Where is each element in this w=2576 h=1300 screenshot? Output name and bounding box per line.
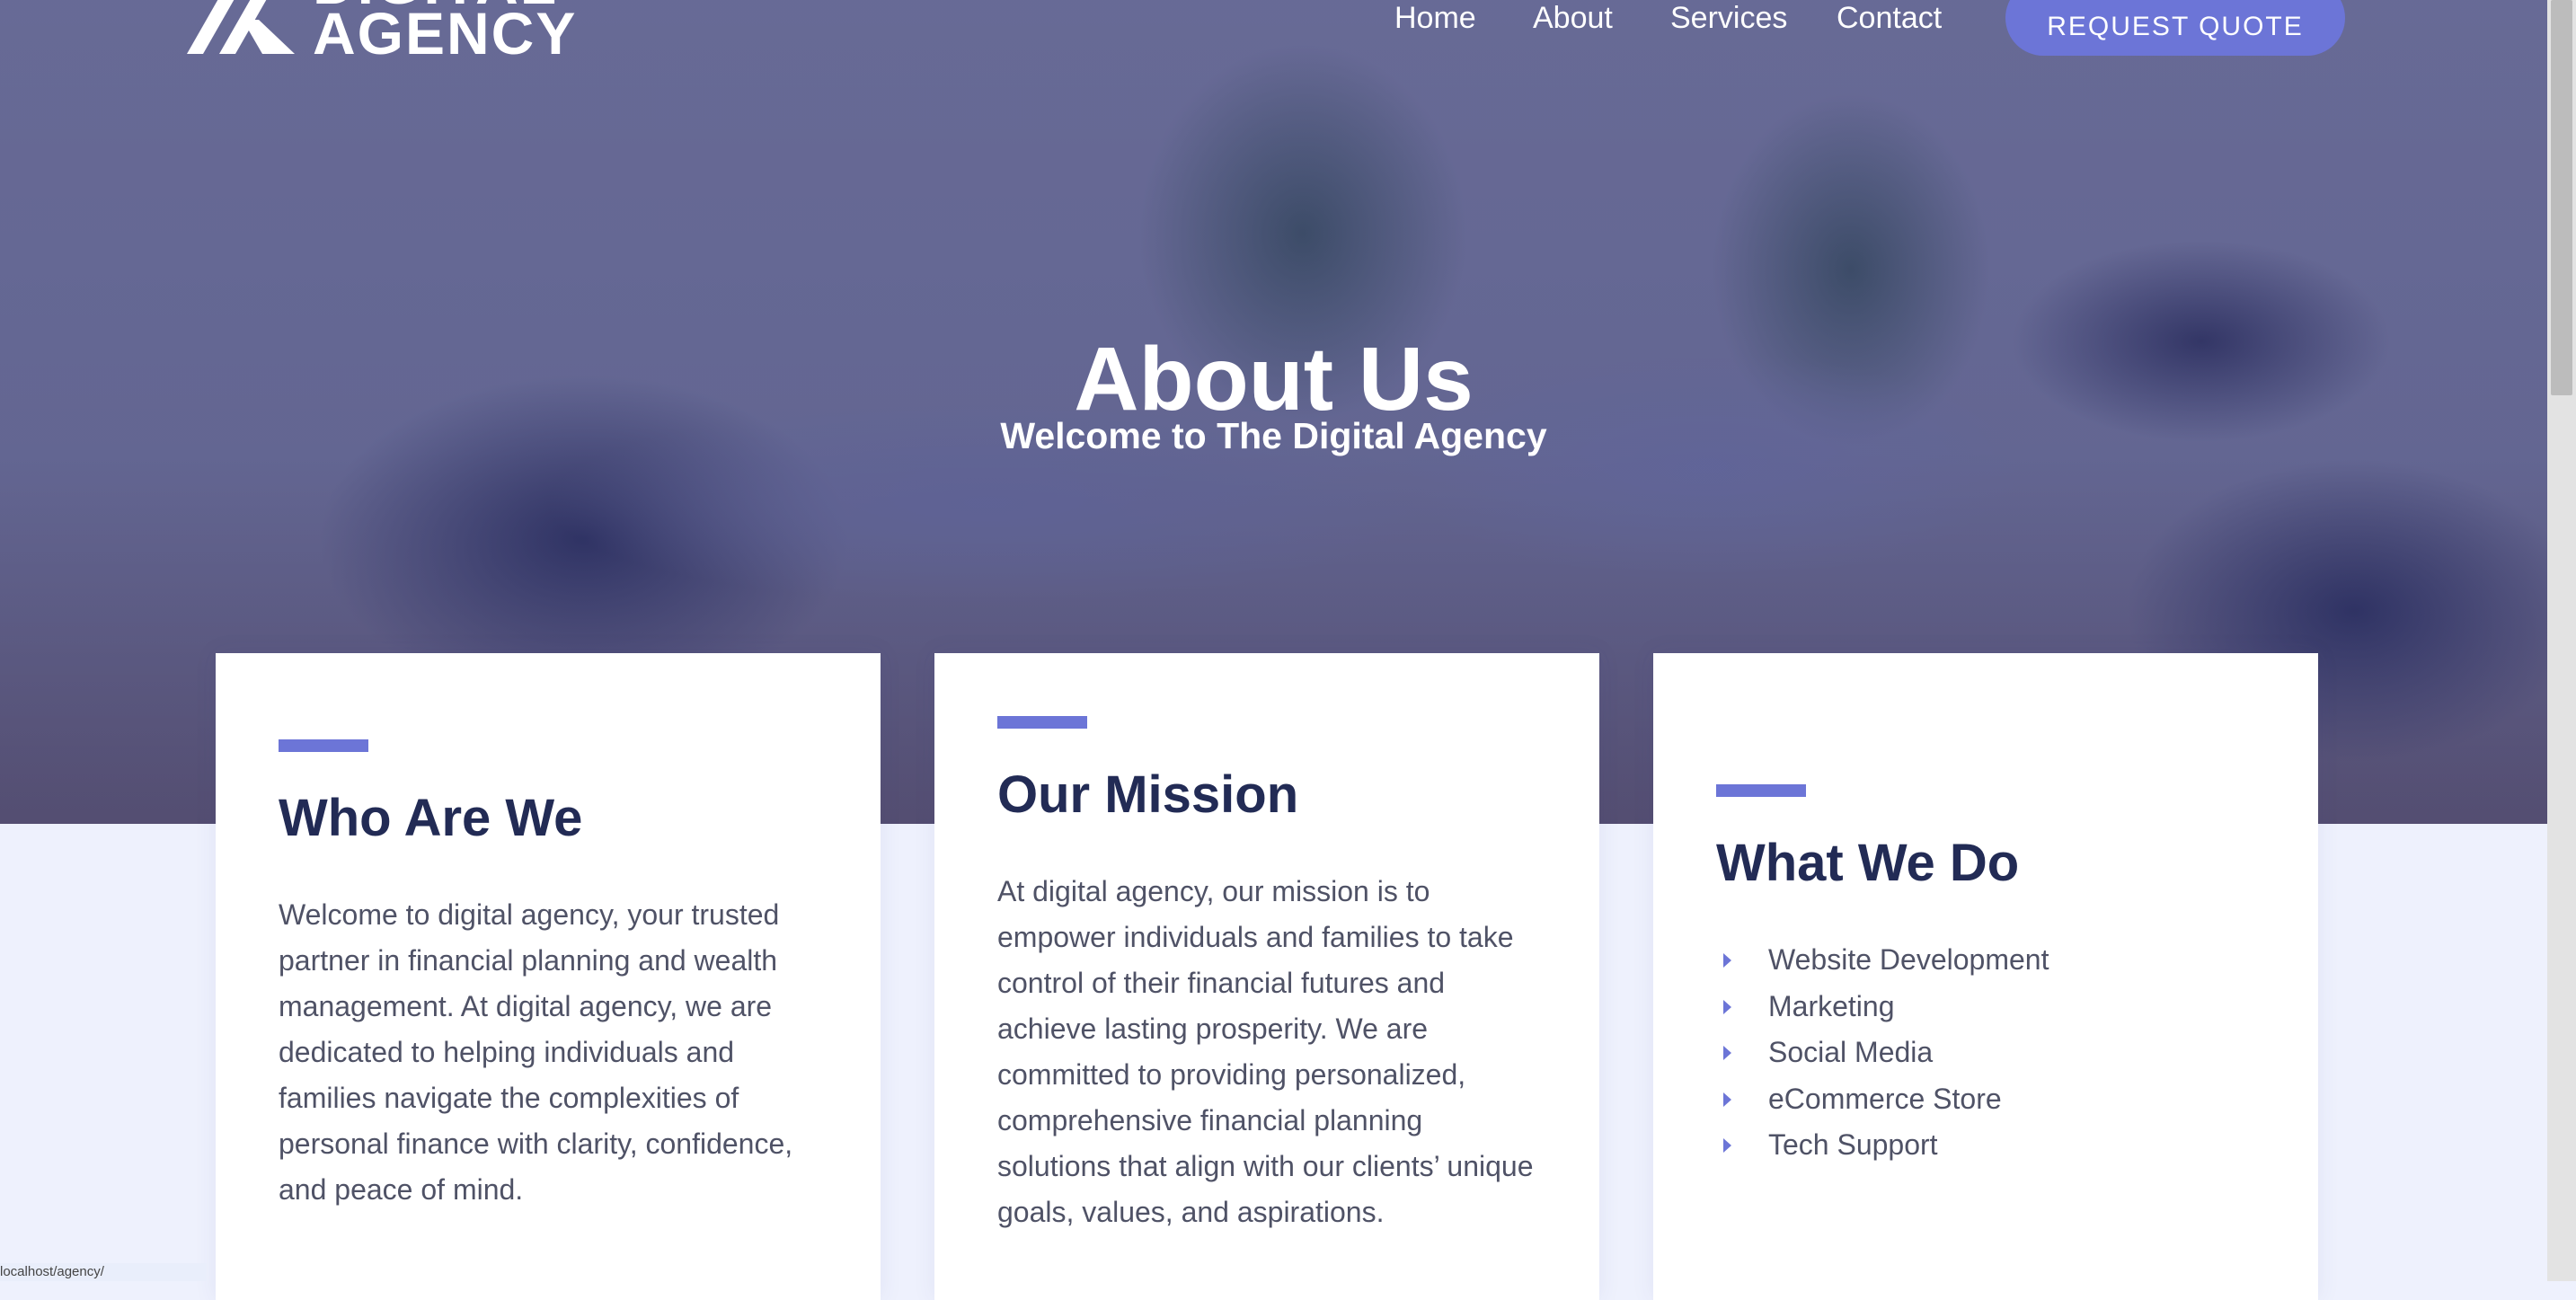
list-item: Website Development bbox=[1716, 937, 2049, 984]
card-body: At digital agency, our mission is to emp… bbox=[997, 875, 1534, 1228]
card-title: Our Mission bbox=[997, 765, 1299, 824]
services-list: Website Development Marketing Social Med… bbox=[1716, 937, 2049, 1169]
list-item: eCommerce Store bbox=[1716, 1076, 2049, 1123]
card-what-we-do: What We Do Website Development Marketing… bbox=[1653, 653, 2318, 1300]
list-item: Social Media bbox=[1716, 1030, 2049, 1076]
caret-right-icon bbox=[1723, 1092, 1731, 1107]
card-title: What We Do bbox=[1716, 834, 2020, 892]
page-subtitle: Welcome to The Digital Agency bbox=[1000, 415, 1547, 456]
site-logo[interactable]: DIGITAL AGENCY bbox=[187, 0, 575, 63]
logo-word-bottom: AGENCY bbox=[313, 0, 578, 66]
request-quote-button[interactable]: REQUEST QUOTE bbox=[2005, 0, 2345, 56]
card-accent-bar bbox=[279, 739, 368, 752]
caret-right-icon bbox=[1723, 953, 1731, 968]
caret-right-icon bbox=[1723, 999, 1731, 1014]
card-who-are-we: Who Are We Welcome to digital agency, yo… bbox=[216, 653, 881, 1300]
nav-home[interactable]: Home bbox=[1394, 0, 1476, 36]
list-item: Marketing bbox=[1716, 984, 2049, 1030]
nav-contact[interactable]: Contact bbox=[1837, 0, 1942, 36]
list-item: Tech Support bbox=[1716, 1122, 2049, 1169]
card-body: Welcome to digital agency, your trusted … bbox=[279, 898, 793, 1206]
link-preview-status: localhost/agency/ bbox=[0, 1263, 207, 1281]
nav-about[interactable]: About bbox=[1533, 0, 1613, 36]
logo-mark-icon bbox=[187, 0, 295, 54]
nav-services[interactable]: Services bbox=[1670, 0, 1787, 36]
caret-right-icon bbox=[1723, 1046, 1731, 1060]
page-title: About Us bbox=[1074, 329, 1474, 429]
card-accent-bar bbox=[1716, 784, 1806, 797]
card-our-mission: Our Mission At digital agency, our missi… bbox=[934, 653, 1599, 1300]
caret-right-icon bbox=[1723, 1138, 1731, 1153]
card-accent-bar bbox=[997, 716, 1087, 729]
scrollbar-thumb[interactable] bbox=[2551, 0, 2572, 395]
card-title: Who Are We bbox=[279, 789, 583, 847]
